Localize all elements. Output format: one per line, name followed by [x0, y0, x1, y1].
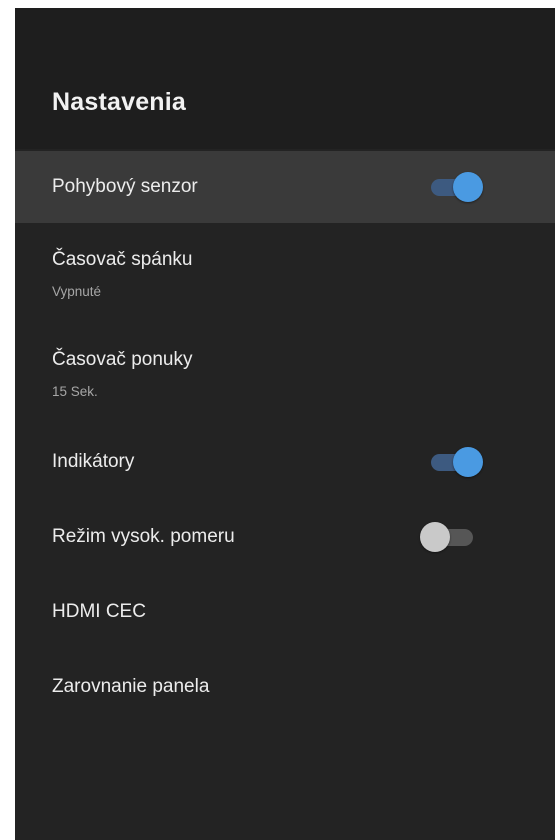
- setting-label: Časovač ponuky: [52, 349, 193, 370]
- setting-label: HDMI CEC: [52, 601, 146, 622]
- setting-label: Zarovnanie panela: [52, 676, 210, 697]
- setting-item-indicators[interactable]: Indikátory: [15, 426, 555, 498]
- motion-sensor-toggle[interactable]: [431, 172, 483, 202]
- settings-header: Nastavenia: [15, 8, 555, 149]
- setting-label: Režim vysok. pomeru: [52, 526, 235, 547]
- setting-item-motion-sensor[interactable]: Pohybový senzor: [15, 151, 555, 223]
- toggle-thumb: [453, 172, 483, 202]
- setting-item-high-ratio-mode[interactable]: Režim vysok. pomeru: [15, 501, 555, 573]
- setting-item-sleep-timer[interactable]: Časovač spánku Vypnuté: [15, 233, 555, 313]
- setting-item-panel-alignment[interactable]: Zarovnanie panela: [15, 651, 555, 723]
- page-title: Nastavenia: [52, 88, 187, 116]
- toggle-thumb: [453, 447, 483, 477]
- setting-value: 15 Sek.: [52, 384, 98, 399]
- indicators-toggle[interactable]: [431, 447, 483, 477]
- setting-item-hdmi-cec[interactable]: HDMI CEC: [15, 576, 555, 648]
- high-ratio-mode-toggle[interactable]: [420, 522, 473, 552]
- toggle-thumb: [420, 522, 450, 552]
- setting-label: Časovač spánku: [52, 249, 193, 270]
- setting-item-menu-timer[interactable]: Časovač ponuky 15 Sek.: [15, 333, 555, 413]
- setting-label: Indikátory: [52, 451, 135, 472]
- setting-label: Pohybový senzor: [52, 176, 198, 197]
- setting-value: Vypnuté: [52, 284, 102, 299]
- settings-panel: Nastavenia Pohybový senzor Časovač spánk…: [15, 8, 555, 840]
